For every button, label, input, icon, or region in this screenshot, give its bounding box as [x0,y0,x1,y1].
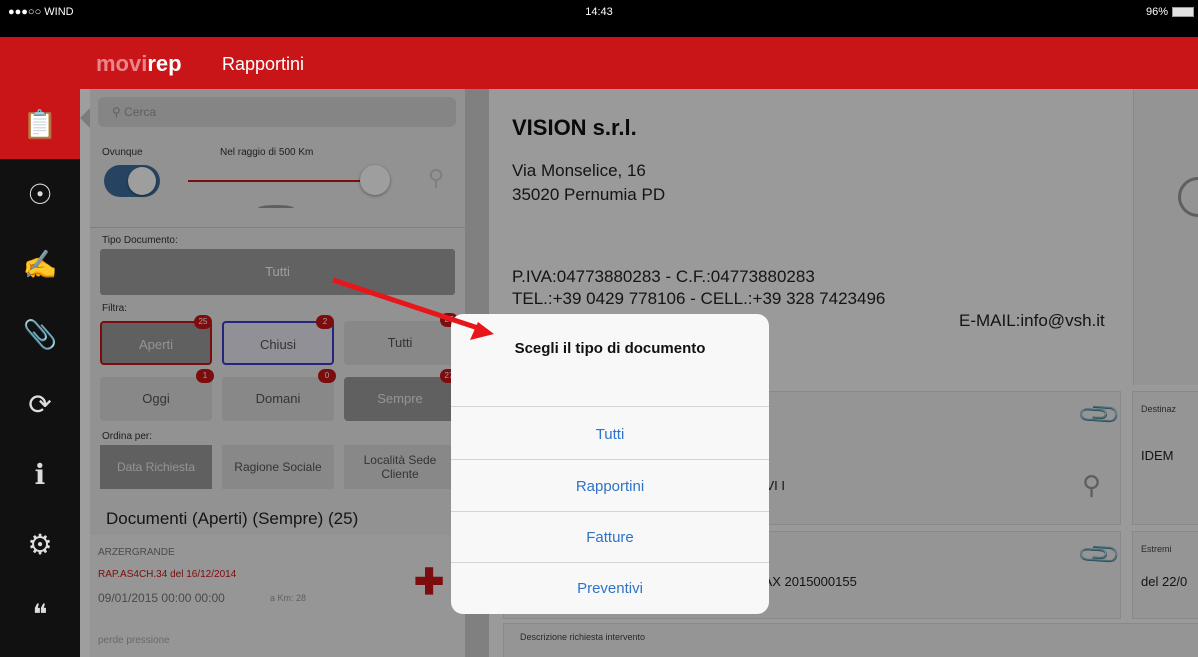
app-window: ●●●○○ WIND 14:43 96% movirep Rapportini … [0,0,1198,657]
annotation-arrow [332,277,494,340]
arrow-shaft [332,277,479,331]
